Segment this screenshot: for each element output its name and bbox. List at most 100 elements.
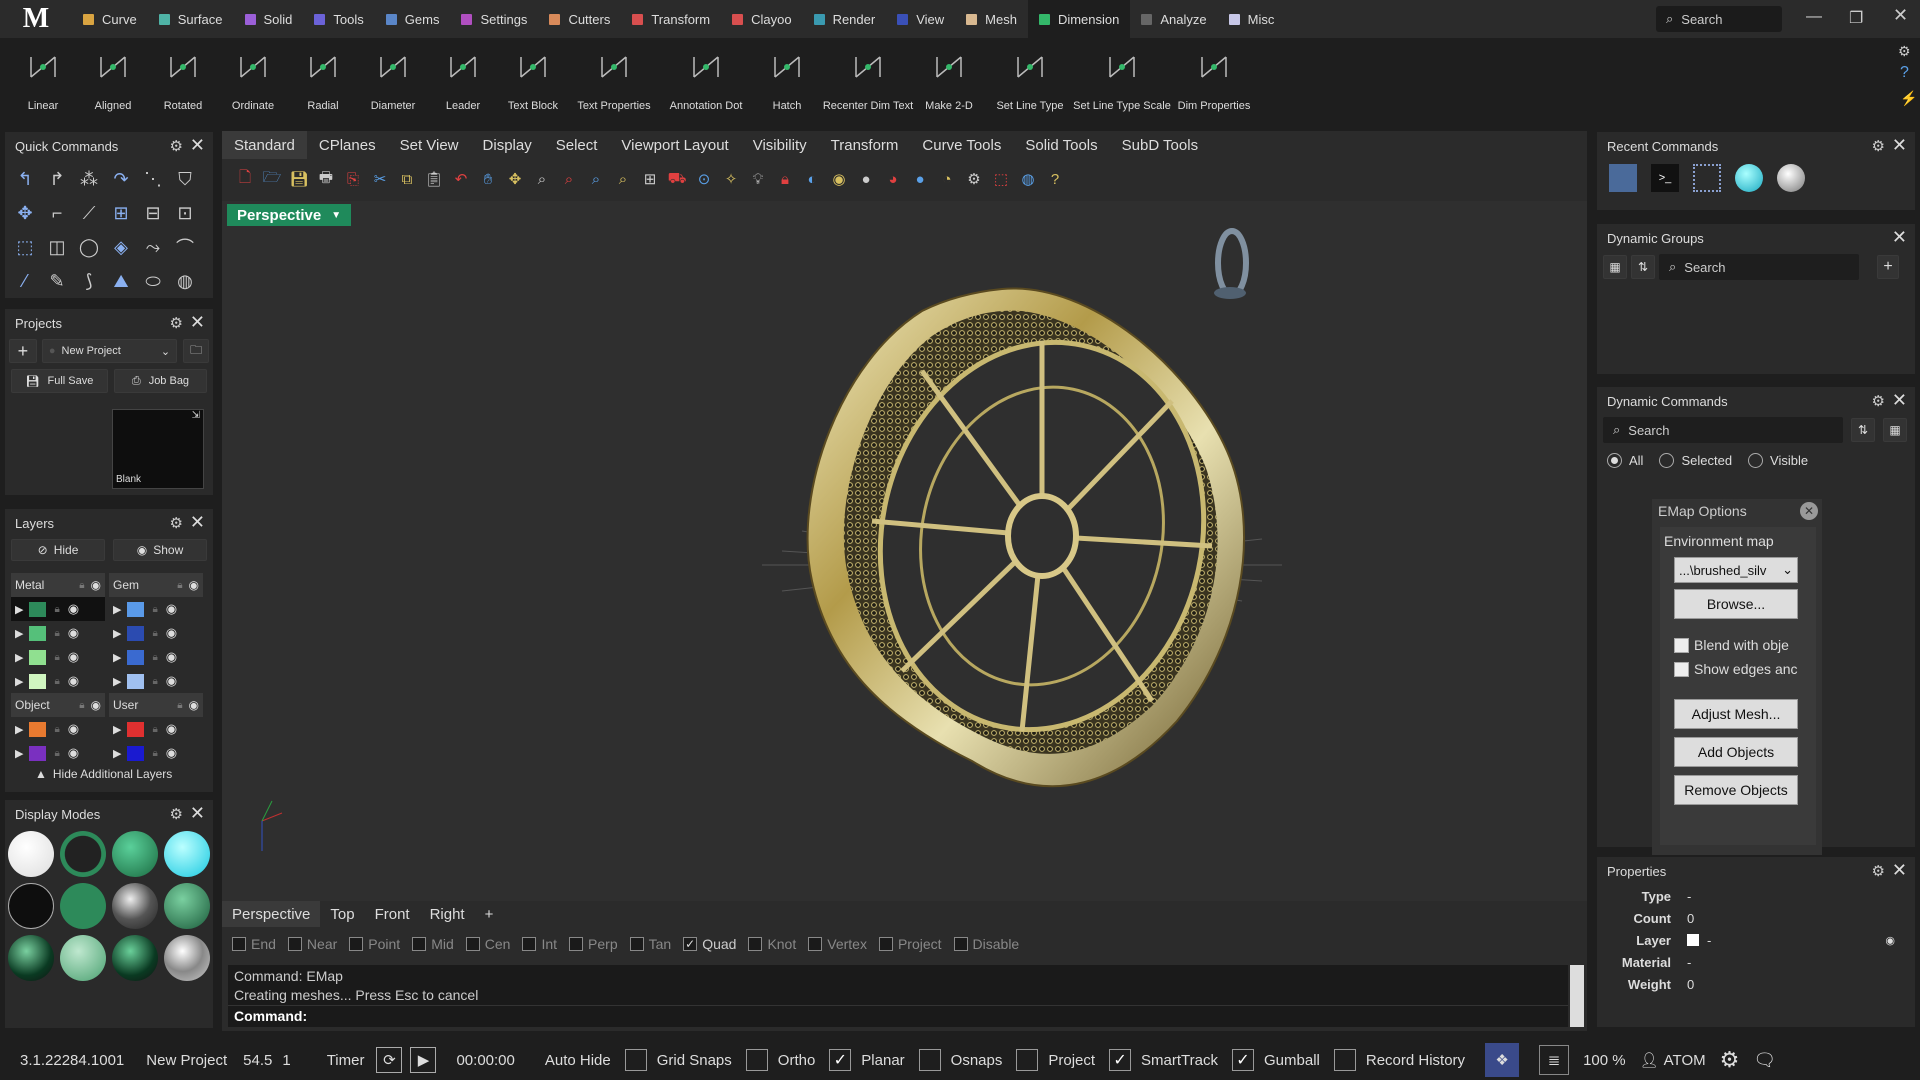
expand-icon[interactable]: ▶ [113, 747, 121, 760]
expand-icon[interactable]: ▶ [15, 603, 23, 616]
radio-selected[interactable]: Selected [1659, 453, 1732, 468]
full-save-button[interactable]: 💾︎ Full Save [11, 369, 108, 393]
quick-command-icon[interactable]: ⛰ [107, 266, 135, 296]
eye-icon[interactable]: ◉ [1885, 934, 1895, 947]
display-mode-chrome[interactable] [164, 935, 210, 981]
ribbon-annotation-dot[interactable]: Annotation Dot [660, 38, 752, 124]
restore-icon[interactable]: ❐ [1849, 8, 1863, 28]
export-icon[interactable]: ⇲ [192, 410, 200, 421]
status-grid-snaps[interactable]: Grid Snaps [624, 1049, 732, 1071]
dynamic-commands-search[interactable]: ⌕ Search [1603, 417, 1843, 443]
toolbar-icon[interactable]: ◍ [1017, 170, 1039, 188]
toolbar-tab-select[interactable]: Select [544, 131, 610, 159]
eye-icon[interactable]: ◉ [166, 649, 177, 665]
hide-button[interactable]: ⊘ Hide [11, 539, 105, 561]
add-viewport-icon[interactable]: + [475, 901, 504, 927]
chat-icon[interactable]: 🗨︎ [1753, 1050, 1776, 1071]
material-icon[interactable] [1777, 164, 1805, 192]
status-smarttrack[interactable]: ✓ SmartTrack [1109, 1049, 1218, 1071]
ribbon-radial[interactable]: Radial [288, 38, 358, 124]
toolbar-icon[interactable]: ⌕ [585, 171, 607, 188]
layer-row[interactable]: ▶ 🔒︎ ◉ [11, 597, 105, 621]
settings-icon[interactable]: ⚙ [1720, 1047, 1740, 1073]
expand-icon[interactable]: ▶ [113, 603, 121, 616]
toolbar-icon[interactable]: ✂ [369, 170, 391, 188]
status-auto-hide[interactable]: Auto Hide [545, 1052, 611, 1069]
command-scrollbar[interactable] [1570, 965, 1584, 1027]
toolbar-icon[interactable]: ⛟ [666, 170, 688, 189]
quick-command-icon[interactable]: ↷ [107, 164, 135, 194]
ribbon-ordinate[interactable]: Ordinate [218, 38, 288, 124]
copy-objects-icon[interactable] [1609, 164, 1637, 192]
lock-icon[interactable]: 🔒︎ [54, 724, 59, 735]
osnap-int[interactable]: Int [522, 936, 557, 952]
layer-row[interactable]: ▶ 🔒︎ ◉ [109, 669, 203, 693]
eye-icon[interactable]: ◉ [91, 698, 101, 712]
layer-row[interactable]: ▶ 🔒︎ ◉ [109, 741, 203, 763]
ribbon-rotated[interactable]: Rotated [148, 38, 218, 124]
environment-map-select[interactable]: ...\brushed_silv ⌄ [1674, 557, 1798, 583]
lock-icon[interactable]: 🔒︎ [54, 628, 59, 639]
layer-row[interactable]: ▶ 🔒︎ ◉ [11, 741, 105, 763]
display-mode-gem[interactable] [164, 831, 210, 877]
eye-icon[interactable]: ◉ [68, 745, 79, 761]
lock-icon[interactable]: 🔒︎ [152, 676, 157, 687]
select-window-icon[interactable] [1693, 164, 1721, 192]
close-icon[interactable]: ✕ [1892, 227, 1907, 248]
display-mode-glow[interactable] [112, 935, 158, 981]
quick-command-icon[interactable]: ⬭ [139, 266, 167, 296]
layer-color-swatch[interactable] [1687, 934, 1699, 946]
toolbar-icon[interactable]: ● [855, 171, 877, 188]
browse-button[interactable]: Browse... [1674, 589, 1798, 619]
osnap-quad[interactable]: ✓ Quad [683, 936, 736, 952]
viewport-tab-perspective[interactable]: Perspective [222, 901, 321, 927]
toolbar-icon[interactable]: 🗁︎ [261, 167, 283, 192]
sort-icon[interactable]: ⇅ [1631, 255, 1655, 279]
show-edges-checkbox[interactable]: Show edges anc [1674, 661, 1812, 677]
close-icon[interactable]: ✕ [190, 512, 205, 533]
toolbar-icon[interactable]: ⊞ [639, 170, 661, 188]
close-icon[interactable]: ✕ [190, 135, 205, 156]
toolbar-icon[interactable]: 💡︎ [747, 171, 769, 188]
calculator-icon[interactable]: ▦ [1603, 255, 1627, 279]
remove-objects-button[interactable]: Remove Objects [1674, 775, 1798, 805]
layer-row[interactable]: ▶ 🔒︎ ◉ [109, 717, 203, 741]
display-mode-metal[interactable] [112, 883, 158, 929]
lock-icon[interactable]: 🔒︎ [152, 748, 157, 759]
quick-command-icon[interactable]: ⋱ [139, 164, 167, 194]
osnap-cen[interactable]: Cen [465, 936, 510, 952]
quick-command-icon[interactable]: ↰ [11, 164, 39, 194]
quick-command-icon[interactable]: ⁄ [11, 266, 39, 296]
layer-row[interactable]: ▶ 🔒︎ ◉ [11, 669, 105, 693]
toolbar-icon[interactable]: ◕ [882, 171, 904, 188]
close-icon[interactable]: ✕ [1800, 502, 1818, 520]
quick-command-icon[interactable]: ⌐ [43, 198, 71, 228]
quick-command-icon[interactable]: ⊞ [107, 198, 135, 228]
layer-row[interactable]: ▶ 🔒︎ ◉ [109, 645, 203, 669]
reset-timer-icon[interactable]: ⟳ [376, 1047, 403, 1073]
eye-icon[interactable]: ◉ [166, 601, 177, 617]
menu-tab-view[interactable]: View [886, 0, 955, 38]
quick-command-icon[interactable]: ↱ [43, 164, 71, 194]
quick-command-icon[interactable]: ⬚ [11, 232, 39, 262]
ribbon-linear[interactable]: Linear [8, 38, 78, 124]
close-icon[interactable]: ✕ [1892, 390, 1907, 411]
toolbar-icon[interactable]: ? [1044, 171, 1066, 188]
layer-color-swatch[interactable] [127, 625, 145, 641]
lock-icon[interactable]: 🔒︎ [54, 676, 59, 687]
add-project-icon[interactable]: + [9, 339, 37, 363]
quick-command-icon[interactable]: ◯ [75, 232, 103, 262]
toolbar-icon[interactable]: ⊙ [693, 170, 715, 188]
toolbar-icon[interactable]: ⌕ [612, 171, 634, 188]
radio-visible[interactable]: Visible [1748, 453, 1808, 468]
navigation-widget[interactable] [1214, 228, 1249, 299]
osnap-disable[interactable]: Disable [953, 936, 1019, 952]
toolbar-icon[interactable]: 📋︎ [423, 170, 445, 188]
command-line[interactable]: Command: [228, 1005, 1568, 1027]
add-objects-button[interactable]: Add Objects [1674, 737, 1798, 767]
layer-row[interactable]: ▶ 🔒︎ ◉ [11, 621, 105, 645]
toolbar-tab-transform[interactable]: Transform [819, 131, 911, 159]
gear-icon[interactable]: ⚙ [1872, 862, 1885, 880]
close-icon[interactable]: ✕ [1892, 860, 1907, 881]
toolbar-icon[interactable]: ↶ [450, 170, 472, 188]
